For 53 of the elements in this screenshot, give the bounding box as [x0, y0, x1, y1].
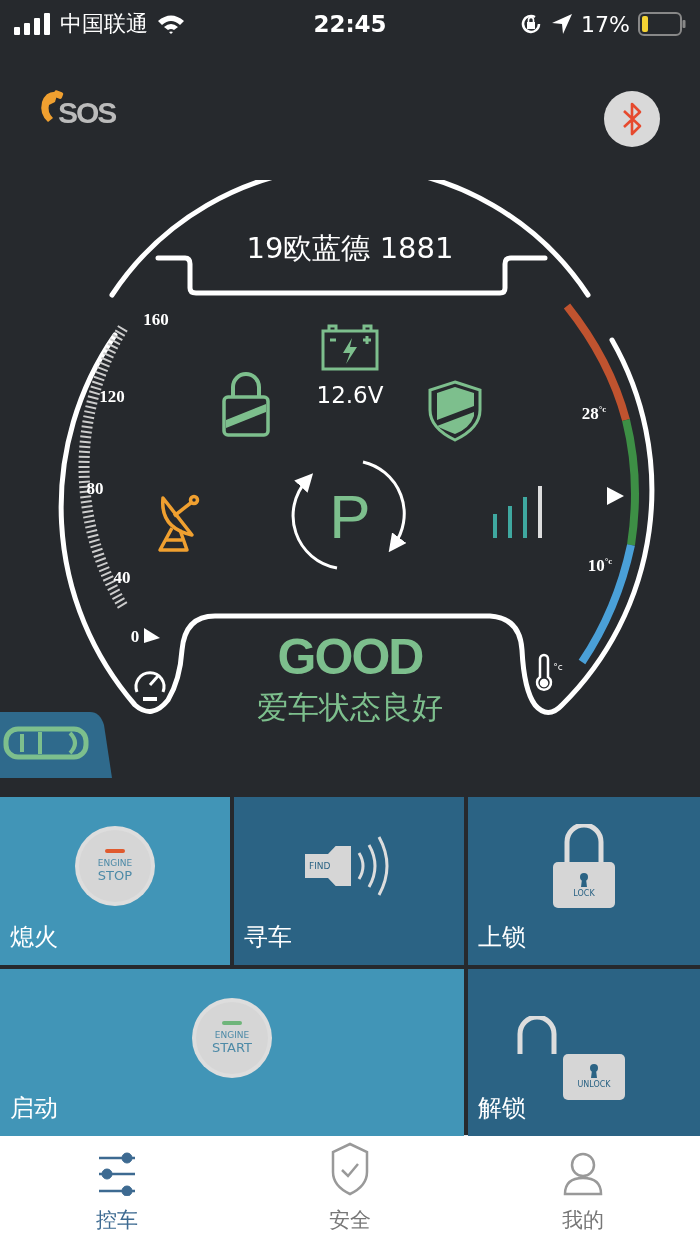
temperature-label: 28$^{°c}$ [581, 404, 607, 422]
satellite-dish-icon [158, 494, 200, 552]
control-tile[interactable]: ENGINE START 启动 [0, 969, 464, 1136]
shield-icon [428, 380, 482, 442]
speedometer-icon [134, 671, 166, 701]
pointer-triangle-icon [607, 487, 624, 505]
sos-button[interactable]: SOS [38, 90, 116, 130]
speaker-badge: FIND [305, 846, 351, 886]
status-word: GOOD [277, 632, 423, 682]
keyhole-icon [589, 1064, 599, 1078]
padlock-icon [222, 372, 270, 437]
temperature-label: 10$^{°c}$ [587, 556, 613, 574]
vehicle-name: 19欧蓝德 1881 [246, 233, 454, 263]
shackle-icon [515, 1015, 559, 1054]
lock-body: LOCK [553, 862, 615, 908]
speed-label: 80 [86, 479, 104, 497]
battery-icon [321, 324, 379, 371]
sliders-icon [96, 1152, 137, 1196]
person-icon [562, 1152, 605, 1196]
nav-tab[interactable]: 安全 [233, 1136, 467, 1242]
pointer-triangle-icon [144, 628, 160, 643]
wifi-icon [156, 13, 186, 35]
refresh-arrows-icon [291, 460, 407, 570]
control-tile[interactable]: FIND 寻车 [234, 797, 464, 965]
engine-button-badge: ENGINE STOP [79, 830, 151, 902]
battery-icon [638, 12, 686, 36]
speed-label: 40 [113, 568, 131, 586]
engine-button-badge: ENGINE START [196, 1001, 268, 1074]
temperature-unit: °c [553, 662, 563, 672]
lock-body: UNLOCK [563, 1053, 625, 1100]
control-tile[interactable]: ENGINE STOP 熄火 [0, 797, 230, 965]
bluetooth-button[interactable] [604, 91, 660, 147]
control-tile[interactable]: LOCK 上锁 [468, 797, 700, 965]
thermometer-icon [535, 653, 553, 691]
battery-percent: 17% [581, 11, 630, 37]
battery-voltage: 12.6V [316, 383, 384, 407]
control-tile[interactable]: UNLOCK 解锁 [468, 969, 700, 1136]
speed-label: 120 [99, 387, 125, 405]
status-description: 爱车状态良好 [257, 691, 443, 723]
gear-indicator: P [329, 486, 371, 548]
nav-tab[interactable]: 我的 [466, 1136, 700, 1242]
keyhole-icon [579, 872, 589, 887]
car-view-tab[interactable] [0, 712, 112, 778]
nav-tab[interactable]: 控车 [0, 1136, 234, 1242]
location-arrow-icon [551, 13, 574, 35]
signal-icon [14, 13, 52, 35]
shield-check-icon [330, 1142, 370, 1196]
speed-label: 0 [130, 627, 140, 645]
shackle-icon [562, 824, 606, 862]
carrier-name: 中国联通 [60, 10, 148, 38]
signal-bars-icon [493, 486, 542, 540]
speed-label: 160 [143, 310, 169, 328]
clock-time: 22:45 [313, 11, 387, 37]
